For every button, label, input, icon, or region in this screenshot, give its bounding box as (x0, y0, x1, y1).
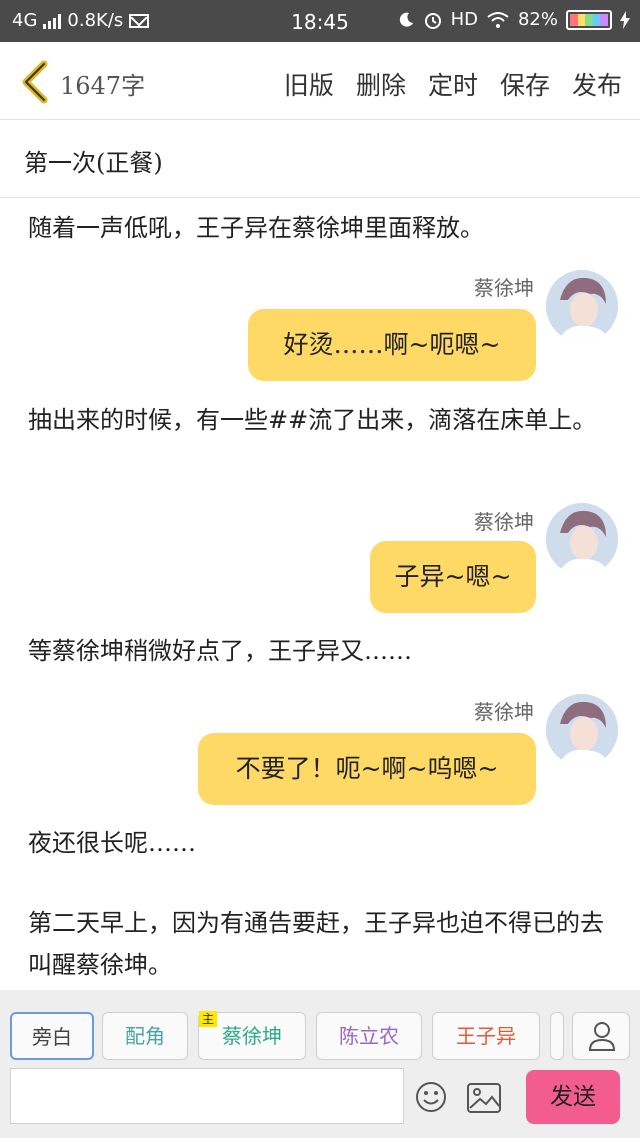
narration-text: 第二天早上，因为有通告要赶，王子异也迫不得已的去叫醒蔡徐坤。 (28, 909, 604, 979)
old-version-button[interactable]: 旧版 (284, 66, 334, 102)
battery-icon (566, 9, 612, 30)
image-icon[interactable] (466, 1082, 502, 1114)
role-kun[interactable]: 主 蔡徐坤 (198, 1011, 306, 1060)
manage-roles-button[interactable] (572, 1012, 630, 1060)
chapter-title[interactable]: 第一次(正餐) (24, 143, 163, 178)
avatar (546, 270, 618, 342)
narration-text: 夜还很长呢…… (28, 829, 196, 857)
divider (0, 197, 640, 198)
narration-text: 等蔡徐坤稍微好点了，王子异又…… (28, 637, 412, 665)
moon-icon (399, 12, 413, 27)
avatar (546, 503, 618, 575)
avatar-image (546, 270, 618, 342)
publish-button[interactable]: 发布 (572, 66, 622, 102)
send-button[interactable]: 发送 (526, 1070, 620, 1124)
message-sender-name: 蔡徐坤 (474, 700, 534, 724)
hd-label: HD (450, 9, 478, 30)
role-more[interactable] (550, 1012, 564, 1060)
role-chenlinong[interactable]: 陈立农 (316, 1012, 422, 1060)
save-button[interactable]: 保存 (500, 66, 550, 102)
emoji-icon[interactable] (414, 1080, 448, 1114)
message-input[interactable] (10, 1068, 404, 1124)
narration-text: 抽出来的时候，有一些##流了出来，滴落在床单上。 (28, 406, 597, 434)
editor-toolbar: 1647字 旧版 删除 定时 保存 发布 (0, 42, 640, 120)
alarm-icon (424, 12, 441, 29)
delete-button[interactable]: 删除 (356, 66, 406, 102)
input-panel: 旁白 配角 主 蔡徐坤 陈立农 王子异 发送 (0, 990, 640, 1138)
message-bubble[interactable]: 好烫……啊~呃嗯~ (248, 309, 536, 381)
narration-text: 随着一声低吼，王子异在蔡徐坤里面释放。 (28, 214, 484, 242)
role-wangziyi[interactable]: 王子异 (432, 1012, 540, 1060)
role-supporting[interactable]: 配角 (102, 1012, 188, 1060)
message-sender-name: 蔡徐坤 (474, 276, 534, 300)
lead-badge: 主 (199, 1011, 218, 1027)
avatar-image (546, 503, 618, 575)
charging-icon (620, 10, 630, 29)
role-selector: 旁白 配角 主 蔡徐坤 陈立农 王子异 (0, 1011, 640, 1060)
wifi-icon (487, 11, 509, 28)
avatar-image (546, 694, 618, 766)
toolbar-actions: 旧版 删除 定时 保存 发布 (284, 66, 622, 102)
message-sender-name: 蔡徐坤 (474, 510, 534, 534)
message-bubble[interactable]: 不要了！呃~啊~呜嗯~ (198, 733, 536, 805)
role-narrator[interactable]: 旁白 (10, 1012, 94, 1060)
back-arrow-icon[interactable] (18, 60, 54, 104)
avatar (546, 694, 618, 766)
schedule-button[interactable]: 定时 (428, 66, 478, 102)
person-icon (588, 1022, 616, 1051)
battery-percent: 82% (517, 9, 558, 30)
status-bar: 4G 0.8K/s 18:45 HD 82% (0, 0, 640, 42)
message-bubble[interactable]: 子异~嗯~ (370, 541, 536, 613)
status-right: HD 82% (397, 9, 630, 30)
word-count: 1647字 (60, 72, 146, 100)
role-label: 蔡徐坤 (222, 1024, 282, 1048)
